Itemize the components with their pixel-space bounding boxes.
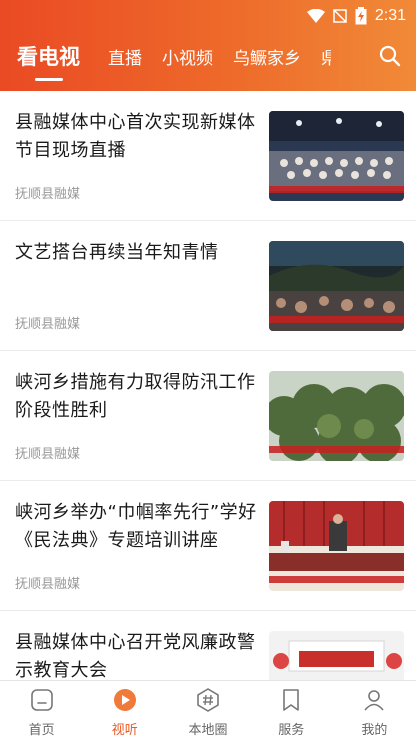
- channel-tabs: 看电视 直播 小视频 乌鳜家乡 県: [0, 36, 416, 76]
- no-signal-icon: [333, 9, 347, 23]
- battery-charging-icon: [355, 7, 367, 25]
- nav-profile[interactable]: 我的: [333, 681, 416, 740]
- news-thumbnail: [269, 241, 404, 331]
- wifi-icon: [306, 9, 325, 23]
- tab-overflow[interactable]: 県: [321, 44, 331, 69]
- tab-hometown[interactable]: 乌鳜家乡: [233, 44, 301, 69]
- news-source: 抚顺县融媒: [15, 317, 81, 332]
- nav-media[interactable]: 视听: [83, 681, 166, 740]
- news-thumbnail: [269, 371, 404, 461]
- news-thumbnail: [269, 501, 404, 591]
- news-item[interactable]: 文艺搭台再续当年知青情 抚顺县融媒: [0, 221, 416, 351]
- hashtag-icon: [197, 688, 219, 712]
- nav-services[interactable]: 服务: [250, 681, 333, 740]
- news-list: 县融媒体中心首次实现新媒体节目现场直播 抚顺县融媒 文艺搭台再续当年知青情 抚顺…: [0, 91, 416, 680]
- app-header: 2:31 看电视 直播 小视频 乌鳜家乡 県: [0, 0, 416, 91]
- bottom-nav: 首页 视听 本地圈 服务 我的: [0, 680, 416, 740]
- news-item[interactable]: 峡河乡举办“巾帼率先行”学好《民法典》专题培训讲座 抚顺县融媒: [0, 481, 416, 611]
- status-time: 2:31: [374, 7, 406, 24]
- nav-media-label: 视听: [111, 723, 138, 738]
- nav-services-label: 服务: [278, 723, 305, 738]
- news-title: 县融媒体中心首次实现新媒体节目现场直播: [15, 112, 256, 161]
- tab-live[interactable]: 直播: [108, 44, 142, 69]
- news-item[interactable]: 县融媒体中心首次实现新媒体节目现场直播 抚顺县融媒: [0, 91, 416, 221]
- news-item[interactable]: 县融媒体中心召开党风廉政警示教育大会: [0, 611, 416, 680]
- news-source: 抚顺县融媒: [15, 447, 81, 462]
- nav-home[interactable]: 首页: [0, 681, 83, 740]
- status-bar: 2:31: [0, 0, 416, 32]
- news-title: 县融媒体中心召开党风廉政警示教育大会: [15, 632, 256, 680]
- user-icon: [364, 690, 385, 711]
- news-title: 峡河乡举办“巾帼率先行”学好《民法典》专题培训讲座: [15, 502, 257, 551]
- search-icon[interactable]: [378, 44, 402, 68]
- news-title: 文艺搭台再续当年知青情: [15, 242, 219, 263]
- news-source: 抚顺县融媒: [15, 577, 81, 592]
- nav-local-label: 本地圈: [188, 723, 228, 738]
- news-thumbnail: [269, 111, 404, 201]
- news-title: 峡河乡措施有力取得防汛工作阶段性胜利: [15, 372, 256, 421]
- tab-short-video[interactable]: 小视频: [162, 44, 213, 69]
- nav-local[interactable]: 本地圈: [166, 681, 249, 740]
- bookmark-icon: [283, 689, 300, 711]
- tab-watch-tv[interactable]: 看电视: [17, 41, 80, 71]
- news-thumbnail: [269, 631, 404, 680]
- play-icon: [113, 689, 136, 711]
- nav-home-label: 首页: [28, 723, 55, 738]
- nav-profile-label: 我的: [361, 723, 388, 738]
- home-icon: [30, 689, 53, 711]
- news-item[interactable]: 峡河乡措施有力取得防汛工作阶段性胜利 抚顺县融媒: [0, 351, 416, 481]
- news-source: 抚顺县融媒: [15, 187, 81, 202]
